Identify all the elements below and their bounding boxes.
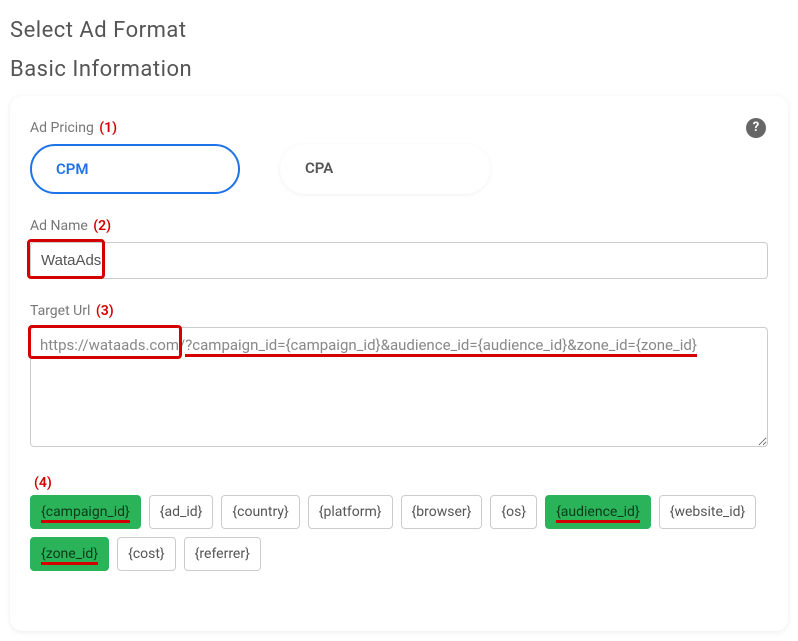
macro-tag-text: {zone_id} <box>41 546 98 565</box>
ad-name-field: Ad Name (2) <box>30 218 768 279</box>
target-url-input[interactable] <box>30 327 768 447</box>
annotation-4: (4) <box>34 475 768 491</box>
ad-pricing-label: Ad Pricing (1) <box>30 120 768 136</box>
macro-tag-text: {campaign_id} <box>41 504 130 523</box>
macro-tag-zone_id[interactable]: {zone_id} <box>30 537 109 571</box>
macro-tag-text: {audience_id} <box>556 504 640 523</box>
macro-tag-country[interactable]: {country} <box>221 495 299 529</box>
annotation-3: (3) <box>96 303 114 319</box>
macro-tags-row: {campaign_id}{ad_id}{country}{platform}{… <box>30 495 768 571</box>
target-url-label-text: Target Url <box>30 303 90 319</box>
pricing-option-cpa[interactable]: CPA <box>280 144 490 194</box>
annotation-2: (2) <box>93 218 111 234</box>
macro-tag-cost[interactable]: {cost} <box>117 537 176 571</box>
ad-name-input[interactable] <box>30 242 768 279</box>
ad-name-label: Ad Name (2) <box>30 218 768 234</box>
ad-pricing-label-text: Ad Pricing <box>30 120 94 136</box>
pricing-options: CPM CPA <box>30 144 768 194</box>
macro-tag-browser[interactable]: {browser} <box>401 495 483 529</box>
heading-select-ad-format: Select Ad Format <box>10 18 788 43</box>
basic-info-card: ? Ad Pricing (1) CPM CPA Ad Name (2) Tar… <box>10 96 788 631</box>
macro-tag-platform[interactable]: {platform} <box>308 495 393 529</box>
pricing-option-cpm[interactable]: CPM <box>30 144 240 194</box>
macro-tag-os[interactable]: {os} <box>490 495 537 529</box>
help-icon[interactable]: ? <box>746 118 766 138</box>
macro-tag-referrer[interactable]: {referrer} <box>184 537 261 571</box>
macro-tag-website_id[interactable]: {website_id} <box>659 495 757 529</box>
heading-basic-information: Basic Information <box>10 57 788 82</box>
macro-tag-campaign_id[interactable]: {campaign_id} <box>30 495 141 529</box>
macro-tag-audience_id[interactable]: {audience_id} <box>545 495 651 529</box>
ad-name-label-text: Ad Name <box>30 218 88 234</box>
macro-tag-ad_id[interactable]: {ad_id} <box>149 495 214 529</box>
target-url-field: Target Url (3) https://wataads.com/?camp… <box>30 303 768 451</box>
annotation-1: (1) <box>99 120 117 136</box>
ad-pricing-field: Ad Pricing (1) CPM CPA <box>30 120 768 194</box>
target-url-label: Target Url (3) <box>30 303 768 319</box>
